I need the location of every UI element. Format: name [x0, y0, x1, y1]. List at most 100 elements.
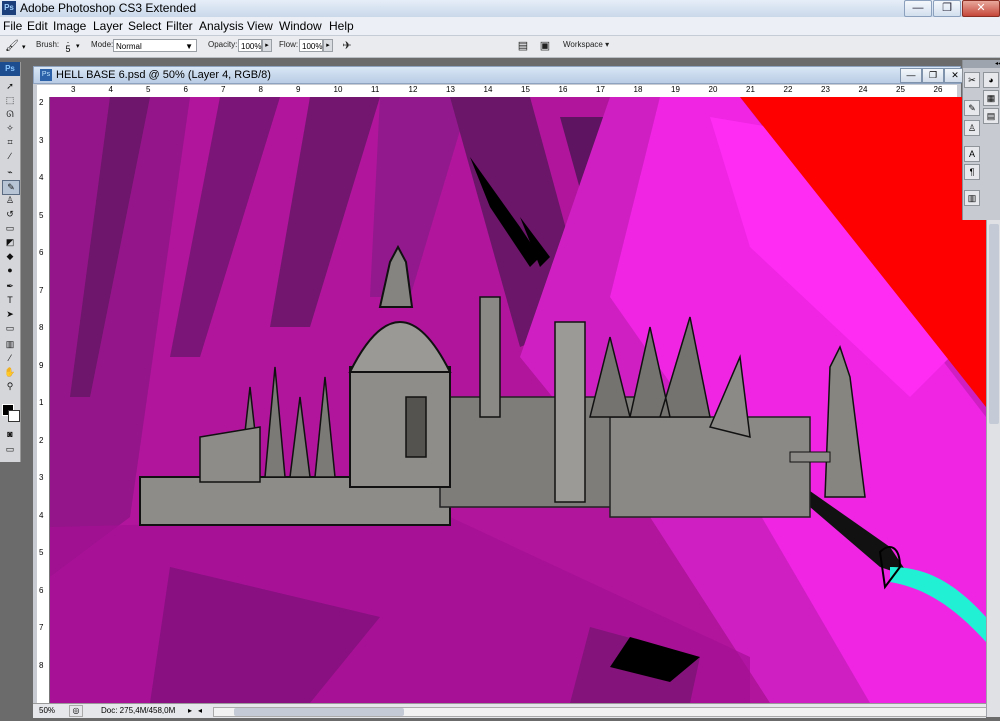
move-tool-icon[interactable]: ➚ [2, 80, 18, 93]
slice-tool-icon[interactable]: ∕ [2, 150, 18, 163]
close-button[interactable]: ✕ [962, 0, 1000, 17]
type-tool-icon[interactable]: T [2, 294, 18, 307]
ruler-v-tick: 7 [39, 285, 44, 295]
shape-tool-icon[interactable]: ▭ [2, 322, 18, 335]
menu-layer[interactable]: Layer [90, 17, 126, 35]
ruler-h-tick: 8 [258, 85, 263, 94]
menu-bar: File Edit Image Layer Select Filter Anal… [0, 17, 1000, 36]
status-menu-arrow-icon[interactable]: ▸ [188, 705, 192, 717]
lasso-tool-icon[interactable]: ᘏ [2, 108, 18, 121]
minimize-button[interactable]: — [904, 0, 932, 17]
clone-source-panel-icon[interactable]: ♙ [964, 120, 980, 136]
marquee-tool-icon[interactable]: ⬚ [2, 94, 18, 107]
paragraph-panel-icon[interactable]: ¶ [964, 164, 980, 180]
horizontal-scrollbar[interactable] [213, 707, 995, 717]
ruler-h-tick: 7 [221, 85, 226, 94]
zoom-tool-icon[interactable]: ⚲ [2, 380, 18, 393]
vertical-ruler[interactable]: 2 3 4 5 6 7 8 9 1 2 3 4 5 6 7 8 [37, 97, 50, 703]
ruler-h-tick: 13 [446, 85, 455, 94]
vertical-scroll-thumb[interactable] [989, 224, 999, 424]
quick-mask-icon[interactable]: ◙ [2, 428, 18, 441]
brush-tool-icon[interactable]: 🖌 [4, 38, 20, 54]
ruler-h-tick: 19 [671, 85, 680, 94]
hand-tool-icon[interactable]: ✋ [2, 366, 18, 379]
brushes-panel-icon[interactable]: ✎ [964, 100, 980, 116]
painting-artwork [50, 97, 986, 703]
mode-select[interactable]: Normal ▼ [113, 39, 197, 52]
ruler-v-tick: 5 [39, 210, 44, 220]
flow-slider-button[interactable]: ▸ [323, 39, 333, 52]
tool-preset-arrow-icon[interactable]: ▾ [22, 43, 26, 51]
character-panel-icon[interactable]: A [964, 146, 980, 162]
menu-view[interactable]: View [244, 17, 276, 35]
info-panel-icon[interactable]: ▥ [964, 190, 980, 206]
ruler-h-tick: 16 [558, 85, 568, 94]
clone-stamp-tool-icon[interactable]: ♙ [2, 194, 18, 207]
menu-edit[interactable]: Edit [24, 17, 51, 35]
bridge-icon[interactable]: ▣ [537, 38, 553, 54]
workspace-menu[interactable]: Workspace ▾ [563, 40, 609, 49]
eraser-tool-icon[interactable]: ▭ [2, 222, 18, 235]
ruler-h-tick: 14 [483, 85, 493, 94]
mode-label: Mode: [91, 40, 114, 49]
ruler-h-tick: 17 [596, 85, 605, 94]
path-selection-tool-icon[interactable]: ➤ [2, 308, 18, 321]
eyedropper-tool-icon[interactable]: ⁄ [2, 352, 18, 365]
crop-tool-icon[interactable]: ⌗ [2, 136, 18, 149]
doc-minimize-button[interactable]: — [900, 68, 922, 83]
brush-label: Brush: [36, 40, 60, 49]
menu-filter[interactable]: Filter [163, 17, 196, 35]
layers-panel-icon[interactable]: ▤ [983, 108, 999, 124]
palette-well-icon[interactable]: ▤ [515, 38, 531, 54]
toolbox-logo-icon: Ps [0, 62, 20, 76]
ruler-h-tick: 25 [896, 85, 905, 94]
magic-wand-tool-icon[interactable]: ✧ [2, 122, 18, 135]
flow-input[interactable]: 100% [299, 39, 323, 52]
status-icon[interactable]: ◎ [69, 705, 83, 717]
ruler-h-tick: 4 [108, 85, 113, 94]
brush-preview[interactable]: · 5 [64, 38, 72, 54]
menu-image[interactable]: Image [50, 17, 89, 35]
notes-tool-icon[interactable]: ▥ [2, 338, 18, 351]
ruler-h-tick: 15 [521, 85, 530, 94]
opacity-slider-button[interactable]: ▸ [262, 39, 272, 52]
photoshop-logo-icon: Ps [2, 1, 16, 15]
ruler-v-tick: 5 [39, 548, 44, 557]
blur-tool-icon[interactable]: ◆ [2, 250, 18, 263]
background-color-swatch[interactable] [8, 410, 20, 422]
flow-label: Flow: [279, 40, 299, 49]
ruler-v-tick: 1 [39, 398, 44, 407]
horizontal-scroll-thumb[interactable] [234, 708, 404, 716]
swatches-panel-icon[interactable]: ▦ [983, 90, 999, 106]
zoom-level[interactable]: 50% [39, 705, 61, 717]
artwork-canvas[interactable] [50, 97, 986, 703]
menu-analysis[interactable]: Analysis [196, 17, 247, 35]
ruler-h-tick: 20 [708, 85, 718, 94]
collapse-dock-icon[interactable]: ◂◂ [963, 60, 1000, 68]
ruler-v-tick: 2 [39, 435, 44, 445]
airbrush-icon[interactable]: ✈ [339, 38, 355, 54]
brush-picker-arrow-icon[interactable]: ▾ [76, 42, 80, 50]
screen-mode-icon[interactable]: ▭ [2, 443, 18, 456]
menu-file[interactable]: File [0, 17, 25, 35]
ruler-v-tick: 3 [39, 135, 44, 145]
ruler-h-tick: 18 [633, 85, 643, 94]
navigator-panel-icon[interactable]: ✂ [964, 72, 980, 88]
scroll-left-icon[interactable]: ◂ [198, 705, 202, 717]
paint-bucket-tool-icon[interactable]: ◩ [2, 236, 18, 249]
opacity-input[interactable]: 100% [238, 39, 262, 52]
ruler-v-tick: 4 [39, 173, 44, 182]
pen-tool-icon[interactable]: ✒ [2, 280, 18, 293]
vertical-scrollbar[interactable] [986, 220, 1000, 717]
dodge-tool-icon[interactable]: ● [2, 264, 18, 277]
ruler-h-tick: 9 [296, 85, 301, 94]
maximize-button[interactable]: ❐ [933, 0, 961, 17]
menu-help[interactable]: Help [326, 17, 357, 35]
brush-tool-icon[interactable]: ✎ [2, 180, 20, 195]
history-brush-tool-icon[interactable]: ↺ [2, 208, 18, 221]
healing-brush-tool-icon[interactable]: ⌁ [2, 166, 18, 179]
menu-window[interactable]: Window [276, 17, 325, 35]
doc-maximize-button[interactable]: ❐ [922, 68, 944, 83]
color-panel-icon[interactable]: ◕ [983, 72, 999, 88]
menu-select[interactable]: Select [125, 17, 164, 35]
